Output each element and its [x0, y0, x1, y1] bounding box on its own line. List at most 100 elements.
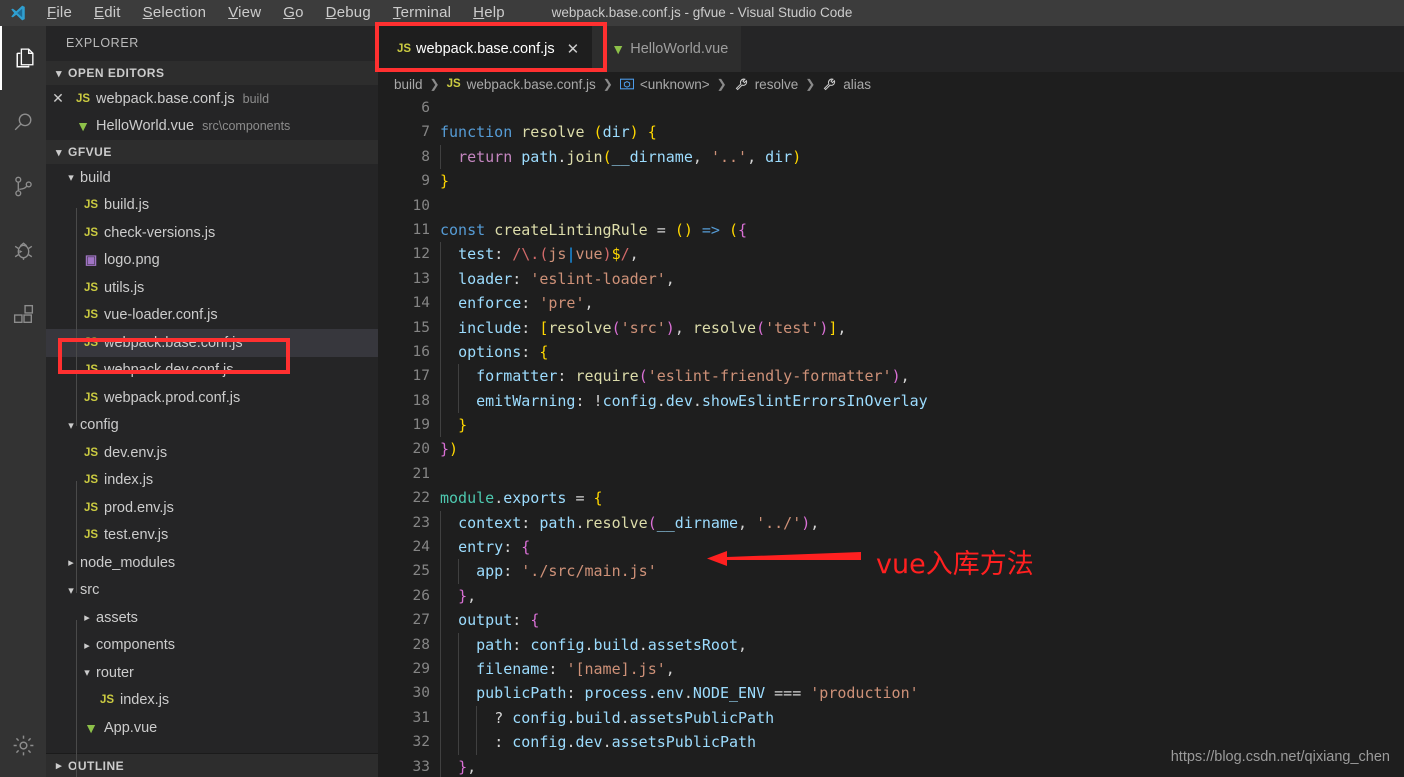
menu-bar[interactable]: File Edit Selection View Go Debug Termin… [36, 0, 516, 26]
line-number: 6 [421, 100, 430, 116]
wrench-icon [734, 77, 749, 92]
code-line: 23 context: path.resolve(__dirname, '../… [378, 510, 1404, 536]
tree-file-vue-loader-conf-js[interactable]: JS vue-loader.conf.js [46, 302, 378, 330]
tree-item-label: assets [96, 609, 138, 626]
breadcrumb-item-unknown[interactable]: <unknown> [619, 77, 710, 92]
sidebar-title: EXPLORER [66, 36, 139, 50]
tab-webpack-base-conf-js[interactable]: JS webpack.base.conf.js ✕ [378, 26, 593, 72]
tree-file-test-env-js[interactable]: JS test.env.js [46, 522, 378, 550]
code-line: 27 output: { [378, 608, 1404, 633]
tree-file-webpack-prod-conf-js[interactable]: JS webpack.prod.conf.js [46, 384, 378, 412]
vscode-logo-icon [0, 0, 36, 26]
tree-item-label: router [96, 664, 134, 681]
tree-folder-node-modules[interactable]: ▸ node_modules [46, 549, 378, 577]
code-text: ? config.build.assetsPublicPath [494, 708, 775, 727]
breadcrumb-label: alias [843, 76, 872, 92]
outline-section-header[interactable]: ▸ OUTLINE [46, 753, 378, 777]
tree-file-logo-png[interactable]: ▣ logo.png [46, 247, 378, 275]
close-icon[interactable]: ✕ [46, 90, 70, 107]
chevron-right-icon: ▸ [84, 612, 90, 625]
tree-file-prod-env-js[interactable]: JS prod.env.js [46, 494, 378, 522]
tree-folder-assets[interactable]: ▸ assets [46, 604, 378, 632]
line-number: 33 [412, 758, 430, 775]
tree-item-label: logo.png [104, 252, 160, 269]
line-number: 8 [421, 148, 430, 165]
tree-folder-components[interactable]: ▸ components [46, 632, 378, 660]
tree-folder-build[interactable]: ▾ build [46, 164, 378, 192]
breadcrumb-label: webpack.base.conf.js [466, 76, 596, 92]
tab-close-icon[interactable]: ✕ [567, 40, 580, 58]
open-editor-item-helloworld[interactable]: ▼ HelloWorld.vue src\components [46, 112, 378, 140]
breadcrumb: build ❯ JS webpack.base.conf.js ❯ <unkno… [378, 72, 1404, 96]
code-line: 13 loader: 'eslint-loader', [378, 266, 1404, 292]
breadcrumb-item-alias[interactable]: alias [822, 77, 871, 92]
menu-file[interactable]: File [36, 0, 83, 26]
breadcrumb-separator: ❯ [429, 77, 440, 91]
code-line: 31 ? config.build.assetsPublicPath [378, 705, 1404, 731]
tree-file-index-js[interactable]: JS index.js [46, 467, 378, 495]
menu-debug[interactable]: Debug [315, 0, 382, 26]
tree-file-utils-js[interactable]: JS utils.js [46, 274, 378, 302]
tree-item-label: webpack.prod.conf.js [104, 389, 241, 406]
line-number: 22 [412, 490, 430, 507]
line-number: 20 [412, 441, 430, 458]
open-editor-path: build [242, 91, 270, 106]
code-line: 16 options: { [378, 339, 1404, 365]
chevron-down-icon: ▾ [84, 667, 90, 680]
tab-label: webpack.base.conf.js [416, 41, 555, 57]
js-file-icon: JS [446, 78, 461, 90]
tree-file-index-js[interactable]: JS index.js [46, 687, 378, 715]
code-text: options: { [458, 342, 549, 361]
menu-help[interactable]: Help [462, 0, 516, 26]
breadcrumb-item-build[interactable]: build [394, 77, 423, 92]
code-text: publicPath: process.env.NODE_ENV === 'pr… [476, 684, 919, 703]
file-tree: ▾ build JS build.js JS check-versions.js ▣ logo… [46, 164, 378, 742]
code-line: 12 test: /\.(js|vue)$/, [378, 242, 1404, 267]
menu-view[interactable]: View [217, 0, 272, 26]
code-line: 7 function resolve (dir) { [378, 120, 1404, 144]
code-text: include: [resolve('src'), resolve('test'… [458, 318, 847, 337]
tree-file-check-versions-js[interactable]: JS check-versions.js [46, 219, 378, 247]
menu-terminal[interactable]: Terminal [382, 0, 462, 26]
code-line: 28 path: config.build.assetsRoot, [378, 632, 1404, 657]
vue-file-icon: ▼ [76, 118, 90, 135]
line-number: 13 [412, 270, 430, 287]
tab-helloworld-vue[interactable]: ▼ HelloWorld.vue [592, 26, 742, 72]
explorer-icon[interactable] [0, 26, 46, 90]
js-file-icon: JS [83, 336, 99, 349]
source-control-icon[interactable] [0, 154, 46, 218]
chevron-right-icon: ▸ [84, 639, 90, 652]
tree-file-webpack-base-conf-js[interactable]: JS webpack.base.conf.js [46, 329, 378, 357]
tree-folder-src[interactable]: ▾ src [46, 577, 378, 605]
manage-gear-icon[interactable] [0, 713, 46, 777]
tree-folder-router[interactable]: ▾ router [46, 659, 378, 687]
editor-tab-bar: JS webpack.base.conf.js ✕ ▼ HelloWorld.v… [378, 26, 1404, 72]
menu-selection[interactable]: Selection [132, 0, 218, 26]
project-header[interactable]: ▾ GFVUE [46, 140, 378, 164]
line-number: 21 [412, 465, 430, 482]
tree-file-app-vue[interactable]: ▼ App.vue [46, 714, 378, 742]
open-editor-name: webpack.base.conf.js [96, 90, 235, 107]
code-line: 22 module.exports = { [378, 486, 1404, 510]
tree-item-label: webpack.base.conf.js [104, 334, 243, 351]
code-line: 6 [378, 96, 1404, 120]
breadcrumb-item-file[interactable]: JS webpack.base.conf.js [447, 77, 596, 92]
tree-file-build-js[interactable]: JS build.js [46, 192, 378, 220]
code-text: context: path.resolve(__dirname, '../'), [458, 513, 820, 532]
tree-folder-config[interactable]: ▾ config [46, 412, 378, 440]
open-editors-header[interactable]: ▾ OPEN EDITORS [46, 61, 378, 85]
tree-item-label: components [96, 637, 175, 654]
tree-file-dev-env-js[interactable]: JS dev.env.js [46, 439, 378, 467]
tree-item-label: prod.env.js [104, 499, 174, 516]
code-line: 18 emitWarning: !config.dev.showEslintEr… [378, 388, 1404, 414]
menu-go[interactable]: Go [272, 0, 314, 26]
extensions-icon[interactable] [0, 282, 46, 346]
watermark: https://blog.csdn.net/qixiang_chen [1170, 749, 1390, 765]
menu-edit[interactable]: Edit [83, 0, 132, 26]
tree-file-webpack-dev-conf-js[interactable]: JS webpack.dev.conf.js [46, 357, 378, 385]
debug-icon[interactable] [0, 218, 46, 282]
breadcrumb-item-resolve[interactable]: resolve [734, 77, 798, 92]
search-icon[interactable] [0, 90, 46, 154]
open-editor-item-webpack[interactable]: ✕ JS webpack.base.conf.js build [46, 85, 378, 113]
code-editor[interactable]: 6 7 function resolve (dir) {8 return path.… [378, 96, 1404, 777]
